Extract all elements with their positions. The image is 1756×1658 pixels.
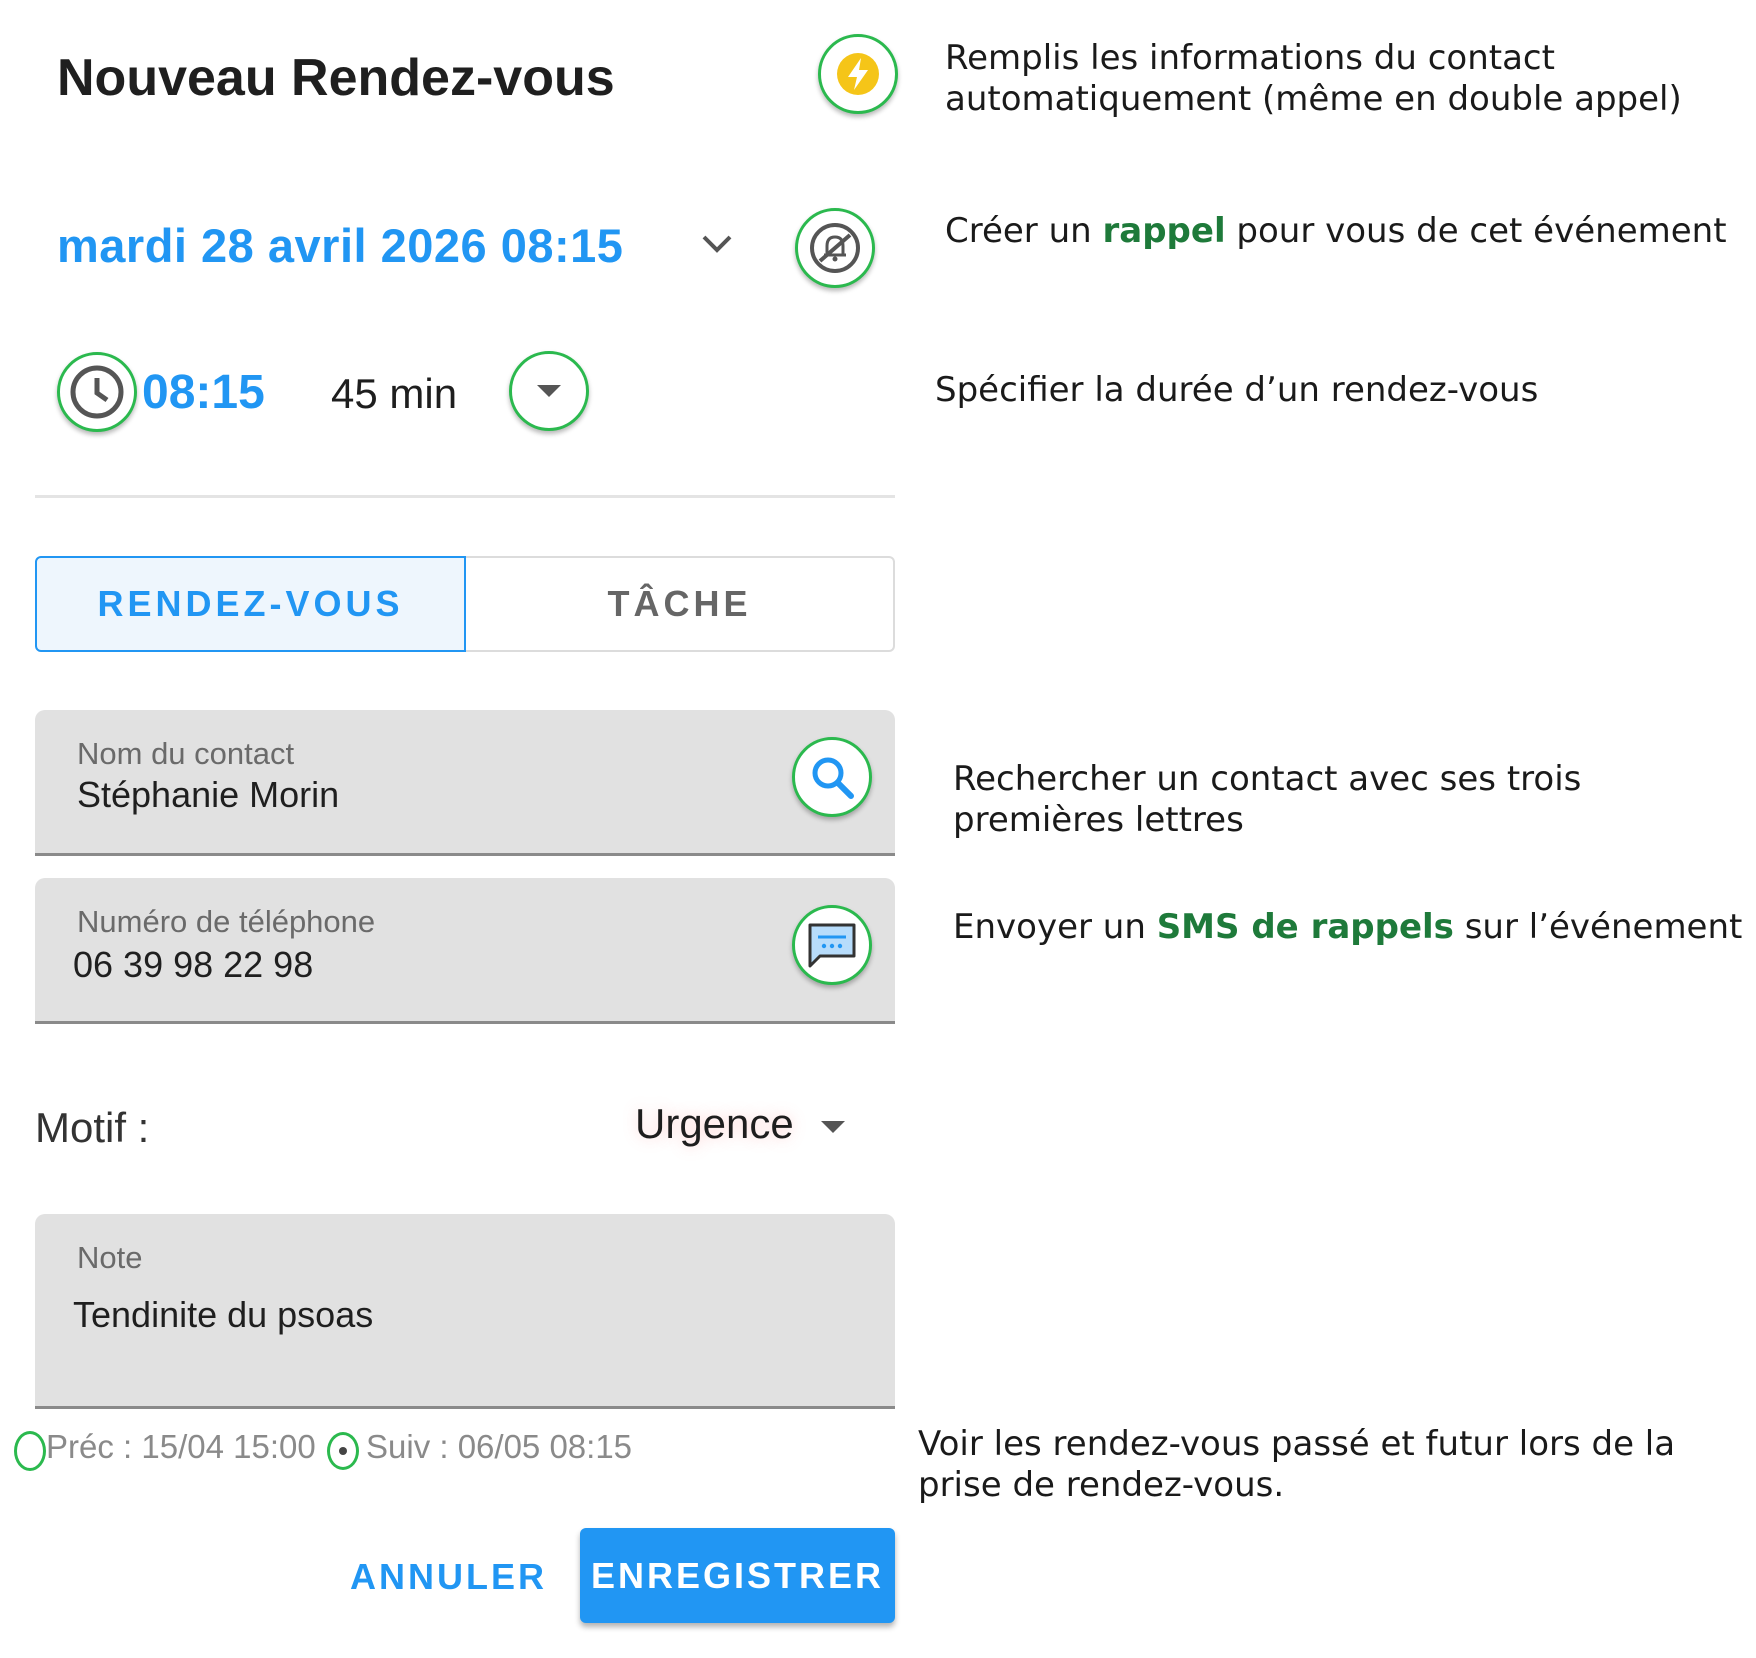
autofill-button[interactable] [818, 34, 898, 114]
annotation-sms-highlight: SMS de rappels [1156, 907, 1454, 947]
reminder-button[interactable] [795, 208, 875, 288]
next-appointment[interactable]: Suiv : 06/05 08:15 [366, 1428, 632, 1466]
annotation-duration: Spécifier la durée d’un rendez-vous [935, 370, 1539, 410]
phone-value[interactable]: 06 39 98 22 98 [73, 944, 313, 986]
contact-value[interactable]: Stéphanie Morin [77, 774, 339, 816]
sms-icon [808, 923, 856, 968]
arrow-drop-down-icon[interactable] [818, 1118, 848, 1136]
contact-field[interactable]: Nom du contact Stéphanie Morin [35, 710, 895, 856]
annotation-reminder: Créer un rappel pour vous de cet événeme… [945, 211, 1735, 252]
phone-label: Numéro de téléphone [77, 904, 376, 939]
save-button[interactable]: ENREGISTRER [580, 1528, 895, 1623]
annotation-sms-after: sur l’événement [1453, 907, 1743, 947]
chevron-down-icon[interactable] [700, 232, 734, 256]
annotation-sms-before: Envoyer un [953, 907, 1157, 947]
dropdown-arrow-icon [537, 385, 561, 397]
prev-appointment[interactable]: Préc : 15/04 15:00 [46, 1428, 316, 1466]
start-time[interactable]: 08:15 [142, 365, 265, 420]
note-field[interactable]: Note Tendinite du psoas [35, 1214, 895, 1409]
duration-dropdown[interactable] [509, 351, 589, 431]
bell-off-icon [810, 223, 860, 273]
annotation-reminder-before: Créer un [945, 211, 1103, 251]
tab-tache[interactable]: TÂCHE [466, 556, 895, 652]
motif-select[interactable]: Urgence [635, 1100, 794, 1148]
annotation-reminder-after: pour vous de cet événement [1225, 211, 1727, 251]
annotation-sms: Envoyer un SMS de rappels sur l’événemen… [953, 907, 1743, 948]
lightning-icon [837, 53, 879, 95]
divider [35, 495, 895, 498]
annotation-search: Rechercher un contact avec ses trois pre… [953, 759, 1582, 840]
phone-field[interactable]: Numéro de téléphone 06 39 98 22 98 [35, 878, 895, 1024]
note-label: Note [77, 1240, 143, 1275]
annotation-autofill: Remplis les informations du contact auto… [945, 38, 1682, 119]
prev-appointment-ring[interactable] [14, 1431, 46, 1471]
motif-label: Motif : [35, 1104, 150, 1151]
time-picker-button[interactable] [57, 352, 137, 432]
date-display[interactable]: mardi 28 avril 2026 08:15 [57, 218, 623, 273]
page-title: Nouveau Rendez-vous [57, 49, 615, 107]
clock-icon [70, 365, 124, 419]
type-toggle: RENDEZ-VOUS TÂCHE [35, 556, 895, 652]
tab-rendez-vous[interactable]: RENDEZ-VOUS [35, 556, 466, 652]
duration-value: 45 min [331, 370, 458, 417]
next-appointment-ring[interactable] [327, 1432, 359, 1470]
annotation-history: Voir les rendez-vous passé et futur lors… [918, 1424, 1676, 1505]
sms-reminder-button[interactable] [792, 905, 872, 985]
contact-label: Nom du contact [77, 736, 295, 771]
note-value[interactable]: Tendinite du psoas [73, 1294, 373, 1336]
cancel-button[interactable]: ANNULER [350, 1556, 547, 1598]
search-icon [812, 757, 854, 799]
annotation-reminder-highlight: rappel [1102, 211, 1226, 251]
search-contact-button[interactable] [792, 737, 872, 817]
dot-icon [339, 1447, 347, 1455]
